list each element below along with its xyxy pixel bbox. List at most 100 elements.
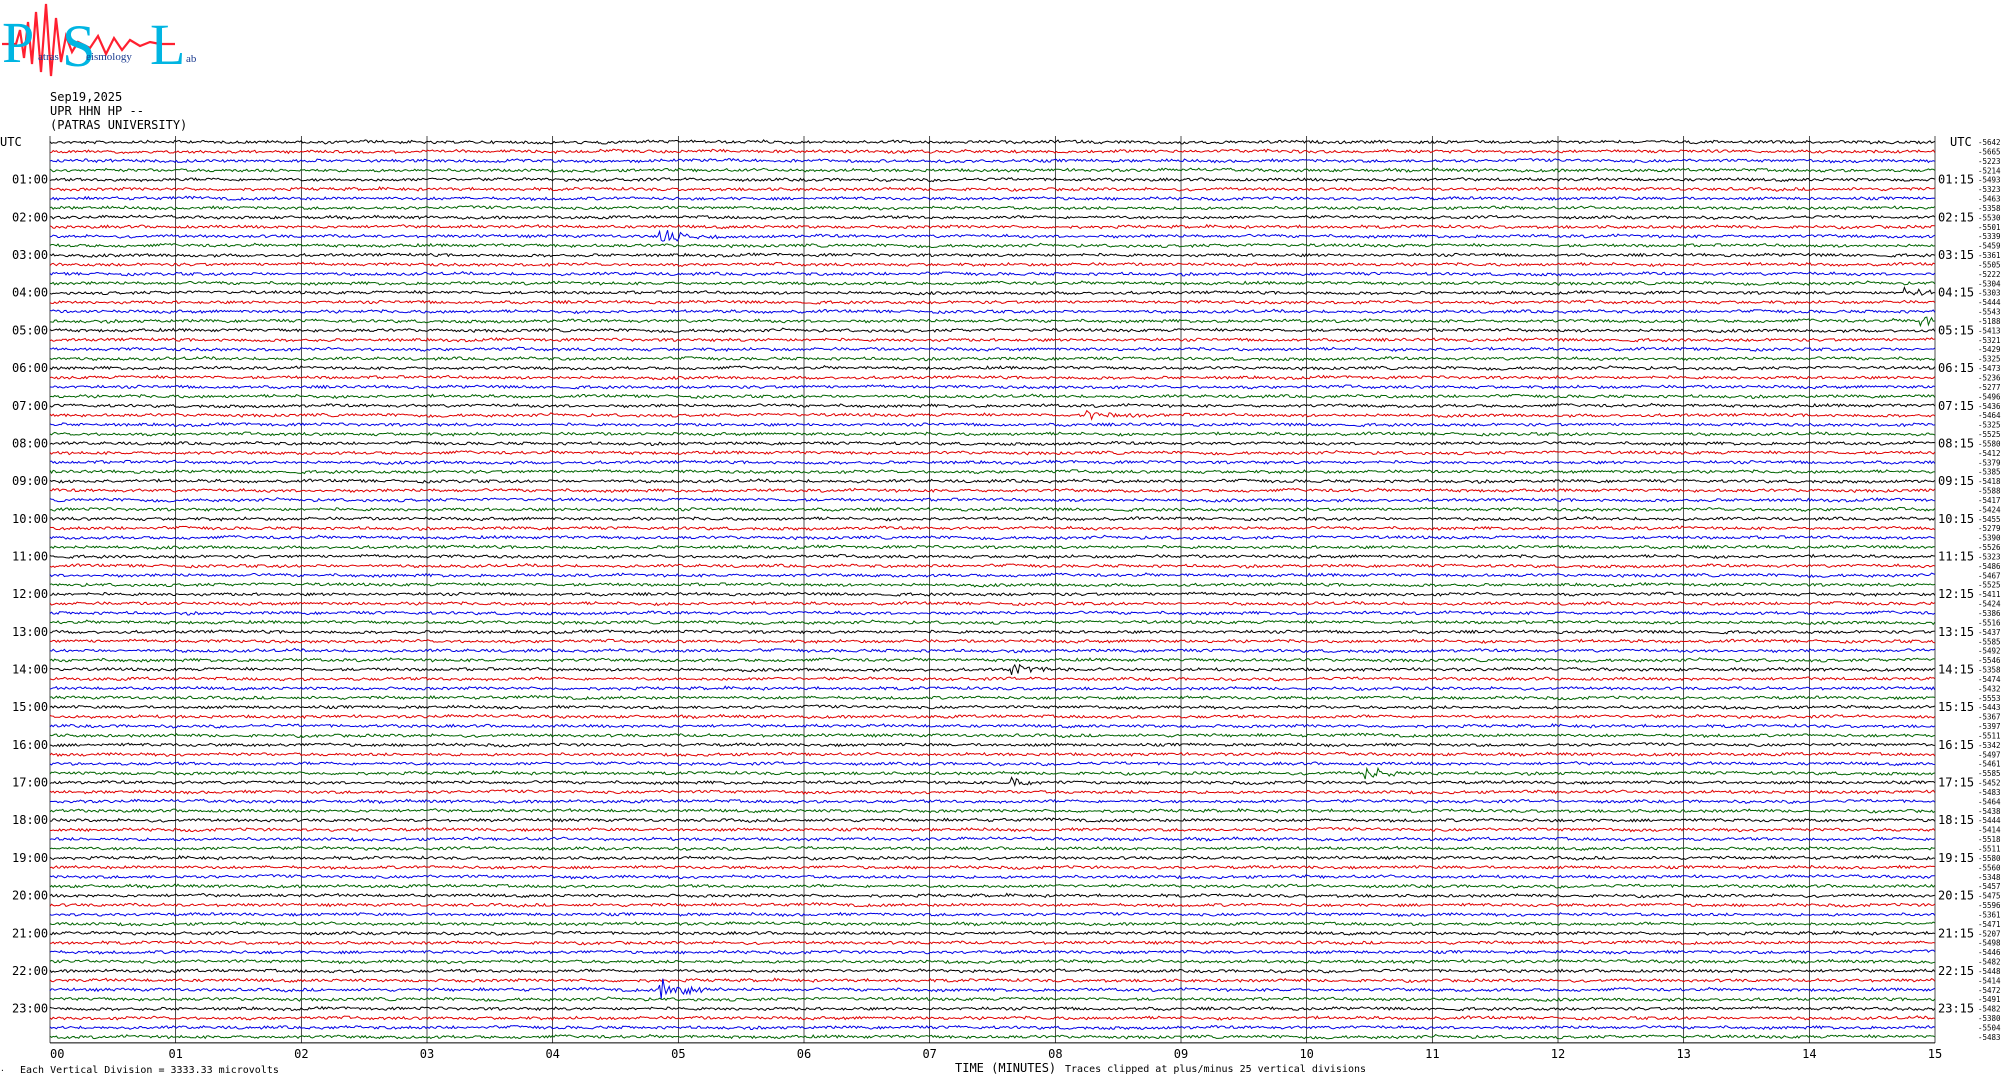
trace-offset-label: -5486 [1978,562,2001,571]
hour-label-right: 16:15 [1938,738,1974,752]
trace-line [49,581,1935,588]
trace-line [49,402,1936,409]
trace-line [49,374,1936,381]
hour-label-right: 20:15 [1938,889,1974,903]
trace-offset-label: -5560 [1978,863,2001,872]
trace-offset-label: -5444 [1978,298,2001,307]
trace-offset-label: -5504 [1978,1023,2001,1032]
x-tick-label: 07 [922,1047,936,1061]
trace-line [49,977,1936,983]
x-tick-label: 15 [1928,1047,1942,1061]
trace-line [49,798,1936,805]
hour-label-left: 16:00 [12,738,48,752]
hour-label-right: 03:15 [1938,248,1974,262]
footer-clip-note: Traces clipped at plus/minus 25 vertical… [1065,1064,1367,1075]
trace-line [49,911,1936,918]
trace-offset-label: -5461 [1978,760,2001,769]
hour-label-left: 15:00 [12,700,48,714]
trace-offset-label: -5474 [1978,675,2001,684]
trace-line [49,409,1936,421]
hour-label-left: 14:00 [12,663,48,677]
x-tick-label: 01 [168,1047,182,1061]
hour-label-right: 19:15 [1938,851,1974,865]
trace-line [49,939,1935,946]
trace-offset-label: -5361 [1978,910,2001,919]
trace-offset-label: -5438 [1978,807,2001,816]
trace-offset-label: -5207 [1978,929,2001,938]
trace-offset-label: -5424 [1978,600,2001,609]
trace-offset-label: -5325 [1978,421,2001,430]
x-tick-label: 13 [1676,1047,1690,1061]
label-group: 00 01 02 03 04 05 06 07 08 09 10 11 12 13 14 15 -5642-56… [12,138,2001,1061]
hour-label-right: 05:15 [1938,323,1974,337]
hour-label-right: 18:15 [1938,813,1974,827]
trace-offset-label: -5214 [1978,166,2001,175]
hour-label-right: 11:15 [1938,549,1974,563]
trace-line [49,817,1936,823]
trace-offset-label: -5413 [1978,326,2001,335]
trace-line [49,845,1935,852]
trace-offset-label: -5585 [1978,769,2001,778]
trace-offset-label: -5498 [1978,939,2001,948]
trace-offset-label: -5525 [1978,581,2001,590]
trace-offset-label: -5483 [1978,788,2001,797]
trace-offset-label: -5492 [1978,647,2001,656]
trace-line [49,807,1936,814]
trace-offset-label: -5414 [1978,976,2001,985]
trace-line [49,676,1936,682]
trace-line [49,921,1936,927]
hour-label-left: 19:00 [12,851,48,865]
trace-offset-label: -5546 [1978,656,2001,665]
trace-line [49,280,1936,286]
x-tick-label: 05 [671,1047,685,1061]
trace-offset-label: -5511 [1978,845,2001,854]
x-axis-title: TIME (MINUTES) [955,1061,1057,1075]
trace-line [49,751,1936,757]
trace-offset-label: -5530 [1978,213,2001,222]
trace-offset-label: -5467 [1978,571,2001,580]
trace-line [49,958,1935,965]
trace-offset-label: -5580 [1978,439,2001,448]
x-tick-label: 10 [1299,1047,1313,1061]
trace-line [49,525,1936,531]
trace-line [49,316,1935,328]
utc-left-label: UTC [0,135,22,149]
trace-offset-label: -5464 [1978,797,2001,806]
trace-offset-label: -5665 [1978,147,2001,156]
utc-right-label: UTC [1950,135,1972,149]
trace-line [49,1024,1935,1031]
trace-offset-label: -5304 [1978,279,2001,288]
hour-label-right: 07:15 [1938,399,1974,413]
trace-offset-label: -5358 [1978,204,2001,213]
trace-offset-label: -5473 [1978,364,2001,373]
trace-line [49,610,1936,616]
trace-offset-label: -5457 [1978,882,2001,891]
trace-line [49,591,1936,597]
trace-offset-label: -5446 [1978,948,2001,957]
trace-offset-label: -5525 [1978,430,2001,439]
trace-offset-label: -5429 [1978,345,2001,354]
trace-offset-label: -5367 [1978,713,2001,722]
trace-offset-label: -5417 [1978,496,2001,505]
hour-label-left: 21:00 [12,926,48,940]
trace-offset-label: -5642 [1978,138,2001,147]
trace-offset-label: -5596 [1978,901,2001,910]
trace-offset-label: -5279 [1978,524,2001,533]
trace-offset-label: -5526 [1978,543,2001,552]
hour-label-right: 14:15 [1938,663,1974,677]
trace-offset-label: -5436 [1978,402,2001,411]
hour-label-right: 04:15 [1938,286,1974,300]
trace-line [49,544,1935,550]
trace-offset-label: -5452 [1978,779,2001,788]
trace-line [49,286,1935,296]
trace-line [49,713,1936,720]
trace-line [49,657,1935,663]
trace-line [50,638,1935,645]
trace-line [49,449,1936,456]
trace-offset-label: -5448 [1978,967,2001,976]
trace-offset-label: -5222 [1978,270,2001,279]
hour-label-right: 02:15 [1938,210,1974,224]
trace-offset-label: -5463 [1978,195,2001,204]
trace-line [49,826,1936,833]
hour-label-left: 11:00 [12,549,48,563]
